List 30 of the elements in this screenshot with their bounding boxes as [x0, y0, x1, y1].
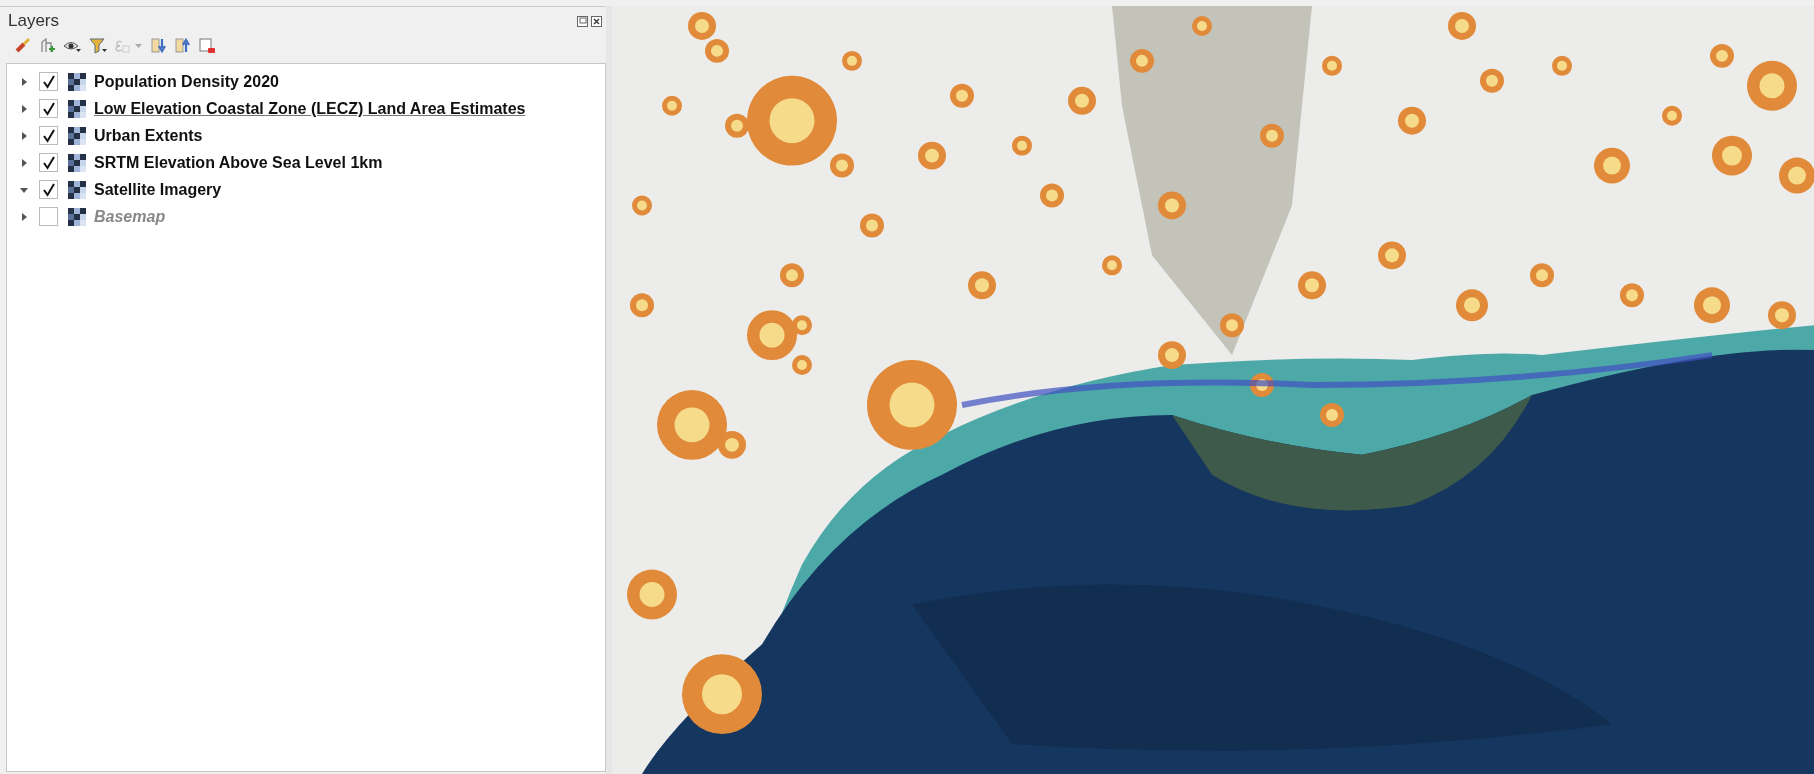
- expand-arrow-icon[interactable]: [19, 157, 29, 168]
- brush-icon[interactable]: [14, 37, 32, 55]
- layer-checkbox[interactable]: [39, 126, 58, 145]
- expand-arrow-icon[interactable]: [19, 76, 29, 87]
- panel-title: Layers: [8, 11, 60, 31]
- raster-layer-icon: [68, 153, 86, 172]
- expand-arrow-icon[interactable]: [19, 130, 29, 141]
- layer-name[interactable]: Population Density 2020: [94, 72, 279, 91]
- close-icon[interactable]: [591, 15, 602, 27]
- layer-name[interactable]: Urban Extents: [94, 126, 203, 145]
- map-drawing[interactable]: [612, 6, 1814, 774]
- layer-checkbox[interactable]: [39, 99, 58, 118]
- filter-icon[interactable]: [88, 37, 108, 55]
- layer-checkbox[interactable]: [39, 153, 58, 172]
- float-icon[interactable]: [577, 15, 588, 27]
- remove-layer-icon[interactable]: [198, 37, 216, 55]
- layer-checkbox[interactable]: [39, 72, 58, 91]
- raster-layer-icon: [68, 126, 86, 145]
- layer-checkbox[interactable]: [39, 180, 58, 199]
- layer-name[interactable]: SRTM Elevation Above Sea Level 1km: [94, 153, 383, 172]
- raster-layer-icon: [68, 180, 86, 199]
- raster-layer-icon: [68, 99, 86, 118]
- expand-arrow-icon[interactable]: [19, 103, 29, 114]
- layer-name[interactable]: Low Elevation Coastal Zone (LECZ) Land Area Estimates: [94, 99, 526, 118]
- raster-layer-icon: [68, 72, 86, 91]
- expand-all-icon[interactable]: [150, 37, 168, 55]
- layer-name[interactable]: Satellite Imagery: [94, 180, 222, 199]
- collapse-all-icon[interactable]: [174, 37, 192, 55]
- add-group-icon[interactable]: [38, 37, 56, 55]
- raster-layer-icon: [68, 207, 86, 226]
